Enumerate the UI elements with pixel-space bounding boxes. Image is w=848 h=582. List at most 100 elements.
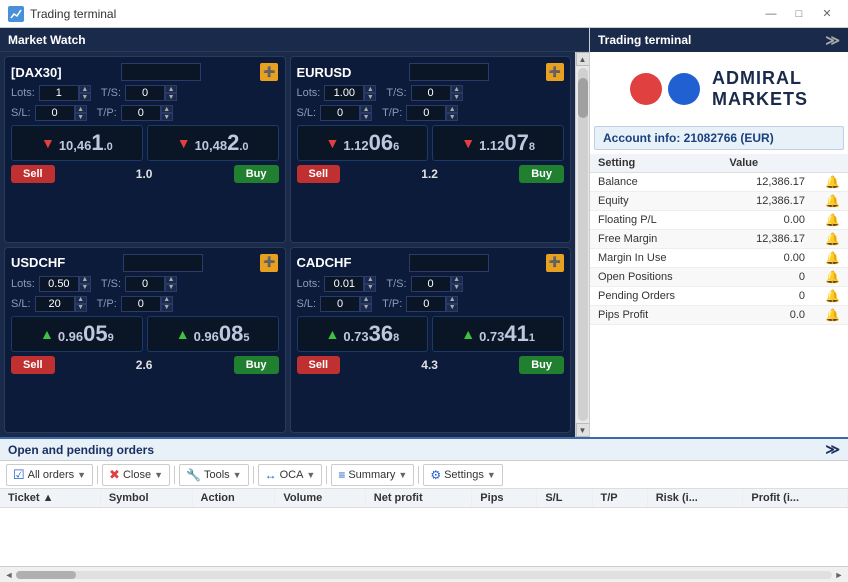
tp-input-cadchf[interactable]: [406, 296, 446, 312]
buy-button-dax30[interactable]: Buy: [234, 165, 279, 183]
lots-up-cadchf[interactable]: ▲: [364, 276, 376, 284]
card-dax30-input[interactable]: [121, 63, 201, 81]
bell-icon[interactable]: 🔔: [825, 270, 840, 284]
sl-input-usdchf[interactable]: [35, 296, 75, 312]
lots-down-usdchf[interactable]: ▼: [79, 284, 91, 292]
bell-icon[interactable]: 🔔: [825, 232, 840, 246]
card-dax30-icon-btn[interactable]: ➕: [260, 63, 278, 81]
buy-button-usdchf[interactable]: Buy: [234, 356, 279, 374]
h-scroll-left-arrow[interactable]: ◄: [2, 568, 16, 582]
card-eurusd-icon-btn[interactable]: ➕: [546, 63, 564, 81]
sl-up-dax30[interactable]: ▲: [75, 105, 87, 113]
toolbar-oca[interactable]: ↔ OCA ▼: [258, 464, 323, 486]
buy-button-cadchf[interactable]: Buy: [519, 356, 564, 374]
scroll-thumb[interactable]: [578, 78, 588, 118]
tp-input-dax30[interactable]: [121, 105, 161, 121]
tp-down-eurusd[interactable]: ▼: [446, 113, 458, 121]
account-row-bell[interactable]: 🔔: [813, 211, 848, 230]
maximize-button[interactable]: □: [786, 4, 812, 24]
sl-input-eurusd[interactable]: [320, 105, 360, 121]
toolbar-summary[interactable]: ≡ Summary ▼: [331, 464, 414, 486]
account-row-bell[interactable]: 🔔: [813, 287, 848, 306]
sl-up-cadchf[interactable]: ▲: [360, 296, 372, 304]
bell-icon[interactable]: 🔔: [825, 213, 840, 227]
h-scroll-right-arrow[interactable]: ►: [832, 568, 846, 582]
ts-down-cadchf[interactable]: ▼: [451, 284, 463, 292]
expand-icon[interactable]: ≫: [825, 32, 840, 49]
lots-up-dax30[interactable]: ▲: [79, 85, 91, 93]
sl-input-dax30[interactable]: [35, 105, 75, 121]
close-button[interactable]: ✕: [814, 4, 840, 24]
toolbar-all-orders[interactable]: ☑ All orders ▼: [6, 464, 93, 486]
lots-input-eurusd[interactable]: [324, 85, 364, 101]
sl-down-eurusd[interactable]: ▼: [360, 113, 372, 121]
horizontal-scrollbar[interactable]: ◄ ►: [0, 566, 848, 582]
account-row-bell[interactable]: 🔔: [813, 249, 848, 268]
orders-col-header[interactable]: T/P: [592, 489, 647, 508]
tp-input-eurusd[interactable]: [406, 105, 446, 121]
ts-up-usdchf[interactable]: ▲: [165, 276, 177, 284]
card-eurusd-input[interactable]: [409, 63, 489, 81]
tp-up-eurusd[interactable]: ▲: [446, 105, 458, 113]
toolbar-tools[interactable]: 🔧 Tools ▼: [179, 464, 249, 486]
orders-col-header[interactable]: S/L: [537, 489, 592, 508]
sell-button-cadchf[interactable]: Sell: [297, 356, 341, 374]
toolbar-close[interactable]: ✖ Close ▼: [102, 464, 170, 486]
tp-down-cadchf[interactable]: ▼: [446, 304, 458, 312]
lots-down-eurusd[interactable]: ▼: [364, 93, 376, 101]
orders-col-header[interactable]: Volume: [275, 489, 365, 508]
account-row-bell[interactable]: 🔔: [813, 268, 848, 287]
ts-up-dax30[interactable]: ▲: [165, 85, 177, 93]
orders-col-header[interactable]: Pips: [472, 489, 537, 508]
lots-input-cadchf[interactable]: [324, 276, 364, 292]
tp-input-usdchf[interactable]: [121, 296, 161, 312]
card-usdchf-icon-btn[interactable]: ➕: [260, 254, 278, 272]
ts-up-cadchf[interactable]: ▲: [451, 276, 463, 284]
lots-input-dax30[interactable]: [39, 85, 79, 101]
h-scroll-track[interactable]: [16, 571, 832, 579]
sell-button-eurusd[interactable]: Sell: [297, 165, 341, 183]
orders-col-header[interactable]: Symbol: [100, 489, 192, 508]
account-row-bell[interactable]: 🔔: [813, 192, 848, 211]
sl-down-cadchf[interactable]: ▼: [360, 304, 372, 312]
card-cadchf-input[interactable]: [409, 254, 489, 272]
bell-icon[interactable]: 🔔: [825, 289, 840, 303]
sl-up-eurusd[interactable]: ▲: [360, 105, 372, 113]
account-row-bell[interactable]: 🔔: [813, 230, 848, 249]
sell-button-usdchf[interactable]: Sell: [11, 356, 55, 374]
orders-col-header[interactable]: Ticket ▲: [0, 489, 100, 508]
ts-input-usdchf[interactable]: [125, 276, 165, 292]
ts-down-eurusd[interactable]: ▼: [451, 93, 463, 101]
sl-down-dax30[interactable]: ▼: [75, 113, 87, 121]
orders-col-header[interactable]: Net profit: [365, 489, 472, 508]
ts-input-dax30[interactable]: [125, 85, 165, 101]
scroll-down-arrow[interactable]: ▼: [576, 423, 590, 437]
account-row-bell[interactable]: 🔔: [813, 173, 848, 192]
tp-up-usdchf[interactable]: ▲: [161, 296, 173, 304]
sell-button-dax30[interactable]: Sell: [11, 165, 55, 183]
ts-down-dax30[interactable]: ▼: [165, 93, 177, 101]
lots-input-usdchf[interactable]: [39, 276, 79, 292]
ts-input-eurusd[interactable]: [411, 85, 451, 101]
ts-input-cadchf[interactable]: [411, 276, 451, 292]
minimize-button[interactable]: —: [758, 4, 784, 24]
sl-down-usdchf[interactable]: ▼: [75, 304, 87, 312]
toolbar-settings[interactable]: ⚙ Settings ▼: [423, 464, 502, 486]
sl-input-cadchf[interactable]: [320, 296, 360, 312]
card-usdchf-input[interactable]: [123, 254, 203, 272]
bell-icon[interactable]: 🔔: [825, 175, 840, 189]
card-cadchf-icon-btn[interactable]: ➕: [546, 254, 564, 272]
scroll-track[interactable]: [578, 68, 588, 421]
orders-col-header[interactable]: Risk (i...: [647, 489, 743, 508]
lots-up-usdchf[interactable]: ▲: [79, 276, 91, 284]
h-scroll-thumb[interactable]: [16, 571, 76, 579]
ts-up-eurusd[interactable]: ▲: [451, 85, 463, 93]
tp-up-dax30[interactable]: ▲: [161, 105, 173, 113]
lots-down-cadchf[interactable]: ▼: [364, 284, 376, 292]
tp-down-usdchf[interactable]: ▼: [161, 304, 173, 312]
buy-button-eurusd[interactable]: Buy: [519, 165, 564, 183]
lots-down-dax30[interactable]: ▼: [79, 93, 91, 101]
sl-up-usdchf[interactable]: ▲: [75, 296, 87, 304]
orders-col-header[interactable]: Action: [192, 489, 275, 508]
bottom-expand-icon[interactable]: ≫: [825, 441, 840, 458]
